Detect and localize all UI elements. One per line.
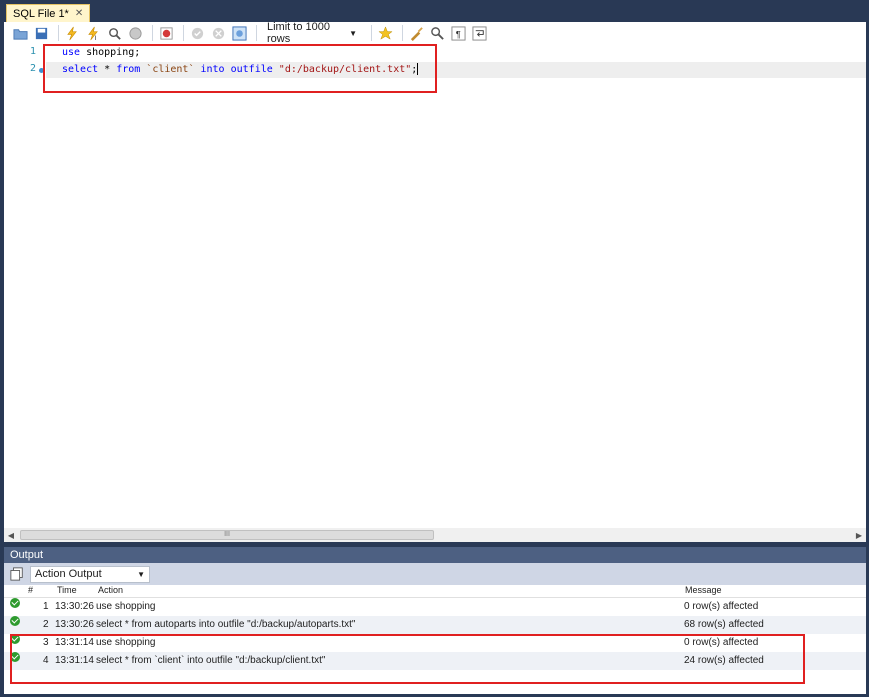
- close-icon[interactable]: ✕: [75, 8, 83, 19]
- column-header-num: #: [28, 585, 34, 595]
- table-row[interactable]: 1 13:30:26 use shopping 0 row(s) affecte…: [4, 598, 866, 616]
- commit-icon[interactable]: [189, 25, 206, 42]
- toolbar-separator: [58, 25, 59, 41]
- toolbar-separator: [402, 25, 403, 41]
- rollback-icon[interactable]: [210, 25, 227, 42]
- success-icon: [10, 616, 20, 626]
- row-time: 13:30:26: [55, 601, 94, 612]
- tab-bar: SQL File 1* ✕: [0, 0, 869, 22]
- beautify-icon[interactable]: [408, 25, 425, 42]
- svg-text:I: I: [94, 35, 96, 41]
- stop-icon[interactable]: [127, 25, 144, 42]
- open-folder-icon[interactable]: [12, 25, 29, 42]
- row-num: 2: [43, 619, 49, 630]
- toolbar-separator: [183, 25, 184, 41]
- limit-rows-value: Limit to 1000 rows: [267, 21, 330, 45]
- explain-icon[interactable]: [106, 25, 123, 42]
- column-header-action: Action: [98, 585, 124, 595]
- chevron-down-icon: ▼: [137, 569, 145, 579]
- wrap-icon[interactable]: [471, 25, 488, 42]
- copy-icon[interactable]: [10, 567, 24, 581]
- row-num: 1: [43, 601, 49, 612]
- output-toolbar: Action Output ▼: [4, 563, 866, 585]
- tab-title: SQL File 1*: [13, 7, 69, 20]
- sql-editor[interactable]: 1 2 use shopping; select * from `client`…: [4, 44, 866, 528]
- toolbar-separator: [256, 25, 257, 41]
- output-type-select[interactable]: Action Output ▼: [30, 565, 150, 583]
- execute-current-icon[interactable]: I: [85, 25, 102, 42]
- invisible-chars-icon[interactable]: ¶: [450, 25, 467, 42]
- highlight-box: [43, 44, 437, 93]
- toolbar-separator: [152, 25, 153, 41]
- row-action: select * from autoparts into outfile "d:…: [96, 619, 356, 630]
- column-header-time: Time: [57, 585, 77, 595]
- save-icon[interactable]: [33, 25, 50, 42]
- row-message: 0 row(s) affected: [684, 601, 759, 612]
- toolbar-separator: [371, 25, 372, 41]
- line-gutter: 1 2: [4, 44, 46, 528]
- scroll-left-icon[interactable]: ◀: [4, 528, 18, 542]
- scroll-right-icon[interactable]: ▶: [852, 528, 866, 542]
- row-time: 13:30:26: [55, 619, 94, 630]
- toggle-error-icon[interactable]: [158, 25, 175, 42]
- limit-rows-select[interactable]: Limit to 1000 rows ▼: [262, 21, 362, 45]
- success-icon: [10, 598, 20, 608]
- scrollbar-thumb[interactable]: III: [20, 530, 434, 540]
- chevron-down-icon: ▼: [349, 28, 357, 38]
- line-number: 2: [29, 63, 36, 74]
- table-row[interactable]: 2 13:30:26 select * from autoparts into …: [4, 616, 866, 634]
- output-panel-header: Output: [4, 547, 866, 563]
- find-icon[interactable]: [429, 25, 446, 42]
- editor-toolbar: I Limit to 1000 rows ▼ ¶: [4, 21, 866, 45]
- highlight-box: [10, 634, 805, 684]
- column-header-message: Message: [685, 585, 722, 595]
- svg-text:¶: ¶: [456, 29, 461, 39]
- execute-icon[interactable]: [64, 25, 81, 42]
- autocommit-icon[interactable]: [231, 25, 248, 42]
- line-number: 1: [29, 46, 36, 57]
- output-type-value: Action Output: [35, 568, 102, 580]
- output-column-headers: # Time Action Message: [4, 585, 866, 598]
- row-action: use shopping: [96, 601, 156, 612]
- tab-sql-file-1[interactable]: SQL File 1* ✕: [6, 4, 91, 22]
- bookmark-icon[interactable]: [377, 25, 394, 42]
- row-message: 68 row(s) affected: [684, 619, 764, 630]
- horizontal-scrollbar[interactable]: ◀ III ▶: [4, 528, 866, 542]
